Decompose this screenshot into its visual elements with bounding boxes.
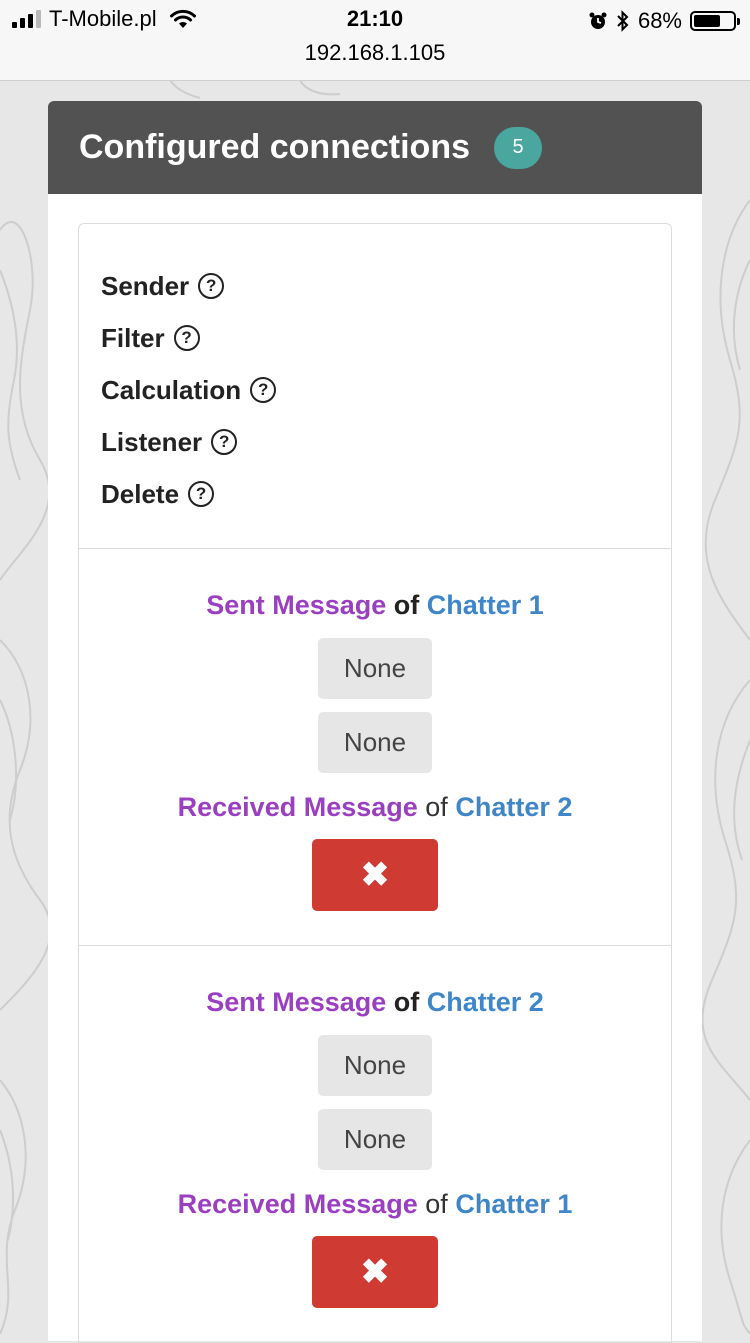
connections-panel: Configured connections 5 Sender ? Filter… (48, 101, 702, 1343)
listener-chatter: Chatter 2 (455, 792, 573, 822)
listener-line: Received Message of Chatter 2 (178, 787, 573, 827)
help-icon[interactable]: ? (211, 429, 238, 455)
legend-label: Listener (101, 426, 203, 457)
sender-chatter: Chatter 1 (426, 590, 544, 620)
legend-label: Delete (101, 478, 180, 509)
panel-title: Configured connections (79, 128, 470, 166)
calculation-button[interactable]: None (318, 1109, 432, 1170)
close-icon: ✖ (360, 856, 390, 894)
sender-message: Sent Message (206, 590, 387, 620)
status-right: 68% (588, 8, 740, 34)
battery-icon (690, 11, 740, 31)
of-text: of (425, 1189, 448, 1219)
connections-count-badge: 5 (494, 126, 542, 169)
legend-filter: Filter ? (101, 312, 649, 364)
of-text: of (425, 792, 448, 822)
legend-label: Filter (101, 322, 165, 353)
listener-message: Received Message (177, 792, 418, 822)
listener-chatter: Chatter 1 (455, 1189, 573, 1219)
legend-label: Sender (101, 270, 190, 301)
battery-level (694, 15, 720, 27)
legend-label: Calculation (101, 374, 242, 405)
listener-message: Received Message (177, 1189, 418, 1219)
alarm-icon (589, 12, 607, 29)
delete-button[interactable]: ✖ (312, 1236, 438, 1308)
help-icon[interactable]: ? (250, 377, 277, 403)
sender-chatter: Chatter 2 (426, 987, 544, 1017)
status-bar: T-Mobile.pl 21:10 192.168.1.105 68% (0, 0, 750, 81)
filter-button[interactable]: None (318, 1035, 432, 1096)
connection-row: Sent Message of Chatter 1 None None Rece… (79, 549, 671, 946)
close-icon: ✖ (360, 1253, 390, 1291)
connections-card: Sender ? Filter ? Calculation ? Listener… (78, 223, 672, 1343)
bluetooth-icon (617, 10, 629, 32)
sender-line: Sent Message of Chatter 1 (206, 585, 544, 625)
address-bar-url[interactable]: 192.168.1.105 (0, 40, 750, 66)
connection-row: Sent Message of Chatter 2 None None Rece… (79, 946, 671, 1343)
help-icon[interactable]: ? (188, 481, 215, 507)
legend-listener: Listener ? (101, 416, 649, 468)
of-text: of (393, 590, 420, 620)
battery-percent: 68% (637, 8, 682, 33)
delete-button[interactable]: ✖ (312, 839, 438, 911)
help-icon[interactable]: ? (173, 325, 200, 351)
panel-body: Sender ? Filter ? Calculation ? Listener… (48, 194, 702, 1343)
of-text: of (393, 987, 420, 1017)
filter-button[interactable]: None (318, 638, 432, 699)
listener-line: Received Message of Chatter 1 (178, 1184, 573, 1224)
column-legend: Sender ? Filter ? Calculation ? Listener… (79, 224, 671, 549)
sender-message: Sent Message (206, 987, 387, 1017)
panel-header: Configured connections 5 (48, 101, 702, 194)
legend-calculation: Calculation ? (101, 364, 649, 416)
calculation-button[interactable]: None (318, 712, 432, 773)
legend-delete: Delete ? (101, 468, 649, 520)
sender-line: Sent Message of Chatter 2 (206, 982, 544, 1022)
help-icon[interactable]: ? (198, 273, 225, 299)
legend-sender: Sender ? (101, 260, 649, 312)
